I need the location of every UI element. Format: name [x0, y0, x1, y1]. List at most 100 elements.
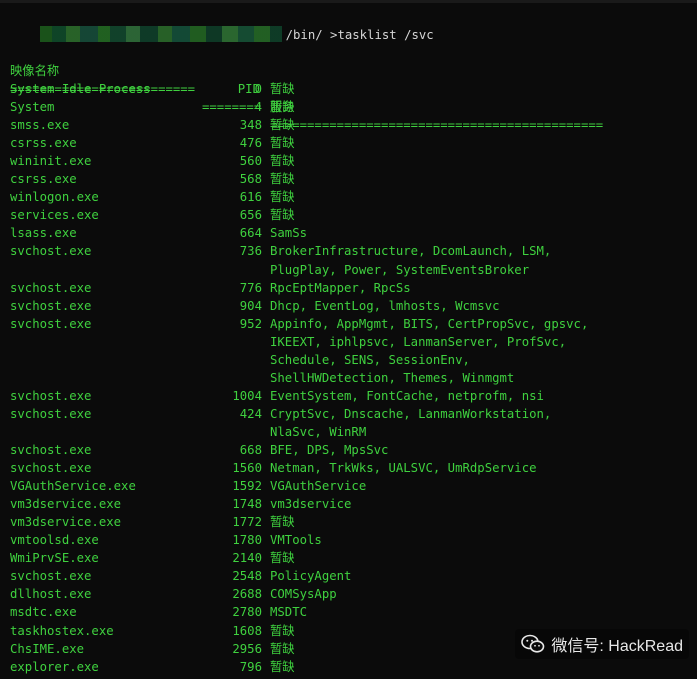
process-services: NlaSvc, WinRM: [270, 424, 367, 439]
process-row: svchost.exe 952 Appinfo, AppMgmt, BITS, Ce…: [0, 315, 697, 333]
process-services: CryptSvc, Dnscache, LanmanWorkstation,: [270, 406, 552, 421]
process-services: 暂缺: [270, 100, 295, 115]
process-pid: 424: [239, 406, 262, 421]
process-row: explorer.exe 796 暂缺: [0, 658, 697, 676]
process-row: lsass.exe 664 SamSs: [0, 224, 697, 242]
process-row: csrss.exe 476 暂缺: [0, 134, 697, 152]
process-pid: 1748: [232, 497, 262, 512]
wechat-icon: [521, 634, 545, 653]
process-row: svchost.exe 424 CryptSvc, Dnscache, Lanman…: [0, 405, 697, 423]
process-row: csrss.exe 568 暂缺: [0, 170, 697, 188]
process-services: 暂缺: [270, 623, 295, 638]
process-name: System Idle Process: [10, 82, 151, 96]
process-services: ShellHWDetection, Themes, Winmgmt: [270, 370, 515, 385]
process-pid: 560: [239, 154, 262, 169]
process-services: BrokerInfrastructure, DcomLaunch, LSM,: [270, 244, 552, 259]
process-services: 暂缺: [270, 118, 295, 133]
process-pid: 796: [239, 659, 262, 674]
process-name: smss.exe: [10, 118, 70, 133]
process-name: dllhost.exe: [10, 587, 92, 602]
process-services: IKEEXT, iphlpsvc, LanmanServer, ProfSvc,: [270, 334, 567, 349]
process-services: 暂缺: [270, 190, 295, 205]
process-services: VMTools: [270, 533, 322, 548]
process-pid: 1780: [232, 533, 262, 548]
process-name: svchost.exe: [10, 316, 92, 331]
process-services: 暂缺: [270, 136, 295, 151]
process-pid: 952: [239, 316, 262, 331]
window-top-edge: [0, 0, 697, 3]
process-services: 暂缺: [270, 659, 295, 674]
process-pid: 348: [239, 118, 262, 133]
process-row: svchost.exe 904 Dhcp, EventLog, lmhosts, W…: [0, 297, 697, 315]
process-pid: 4: [254, 100, 262, 115]
process-services: Appinfo, AppMgmt, BITS, CertPropSvc, gps…: [270, 316, 589, 331]
process-row-continuation: PlugPlay, Power, SystemEventsBroker: [0, 261, 697, 279]
process-row: vm3dservice.exe 1772 暂缺: [0, 513, 697, 531]
process-name: svchost.exe: [10, 406, 92, 421]
process-services: SamSs: [270, 226, 308, 241]
process-pid: 656: [239, 208, 262, 223]
process-name: explorer.exe: [10, 659, 99, 674]
process-services: 暂缺: [270, 172, 295, 187]
process-name: svchost.exe: [10, 569, 92, 584]
process-name: taskhostex.exe: [10, 623, 114, 638]
process-name: svchost.exe: [10, 443, 92, 457]
process-services: EventSystem, FontCache, netprofm, nsi: [270, 388, 544, 403]
process-pid: 668: [239, 443, 262, 457]
process-name: System: [10, 100, 55, 115]
process-pid: 2956: [232, 641, 262, 656]
process-pid: 0: [254, 82, 262, 96]
process-name: vm3dservice.exe: [10, 497, 122, 512]
process-pid: 2780: [232, 605, 262, 620]
process-row-continuation: IKEEXT, iphlpsvc, LanmanServer, ProfSvc,: [0, 333, 697, 351]
process-row: System 4 暂缺: [0, 98, 697, 116]
process-pid: 1004: [232, 388, 262, 403]
redacted-path-mask: [39, 26, 282, 42]
process-name: WmiPrvSE.exe: [10, 551, 99, 566]
process-row-continuation: NlaSvc, WinRM: [0, 423, 697, 441]
process-row: wininit.exe 560 暂缺: [0, 152, 697, 170]
process-pid: 1592: [232, 479, 262, 494]
process-name: csrss.exe: [10, 172, 77, 187]
process-services: 暂缺: [270, 551, 295, 566]
watermark-text: 微信号: HackRead: [551, 638, 683, 655]
process-services: 暂缺: [270, 515, 295, 530]
process-services: 暂缺: [270, 641, 295, 656]
process-services: vm3dservice: [270, 497, 352, 512]
process-services: RpcEptMapper, RpcSs: [270, 280, 411, 295]
process-name: csrss.exe: [10, 136, 77, 151]
process-name: svchost.exe: [10, 244, 92, 259]
process-services: 暂缺: [270, 208, 295, 223]
process-row: svchost.exe 1560 Netman, TrkWks, UALSVC, U…: [0, 459, 697, 477]
process-row-continuation: Schedule, SENS, SessionEnv,: [0, 351, 697, 369]
process-row: svchost.exe 2548 PolicyAgent: [0, 567, 697, 585]
separator-row: ========================= ======== =====…: [0, 62, 697, 132]
process-row: svchost.exe 736 BrokerInfrastructure, Dcom…: [0, 242, 697, 260]
process-services: Dhcp, EventLog, lmhosts, Wcmsvc: [270, 298, 500, 313]
process-name: msdtc.exe: [10, 605, 77, 620]
process-pid: 664: [239, 226, 262, 241]
process-name: svchost.exe: [10, 298, 92, 313]
process-row: services.exe 656 暂缺: [0, 206, 697, 224]
process-services: PlugPlay, Power, SystemEventsBroker: [270, 262, 530, 277]
process-name: services.exe: [10, 208, 99, 223]
process-row: vm3dservice.exe 1748 vm3dservice: [0, 495, 697, 513]
process-name: svchost.exe: [10, 461, 92, 476]
process-row: VGAuthService.exe 1592 VGAuthService: [0, 477, 697, 495]
process-services: PolicyAgent: [270, 569, 352, 584]
process-services: Netman, TrkWks, UALSVC, UmRdpService: [270, 461, 537, 476]
terminal-window[interactable]: /bin/ >tasklist /svc 映像名称 PID 服务 =======…: [0, 0, 697, 679]
process-row: dllhost.exe 2688 COMSysApp: [0, 585, 697, 603]
process-pid: 736: [239, 244, 262, 259]
process-pid: 2140: [232, 551, 262, 566]
process-name: svchost.exe: [10, 280, 92, 295]
process-row: smss.exe 348 暂缺: [0, 116, 697, 134]
process-name: lsass.exe: [10, 226, 77, 241]
process-name: svchost.exe: [10, 388, 92, 403]
process-pid: 1560: [232, 461, 262, 476]
wechat-watermark: 微信号: HackRead: [515, 629, 689, 659]
process-row: svchost.exe 776 RpcEptMapper, RpcSs: [0, 279, 697, 297]
command-prompt-line: /bin/ >tasklist /svc: [10, 8, 434, 42]
command-text: /bin/ >tasklist /svc: [285, 28, 434, 42]
process-pid: 1608: [232, 623, 262, 638]
